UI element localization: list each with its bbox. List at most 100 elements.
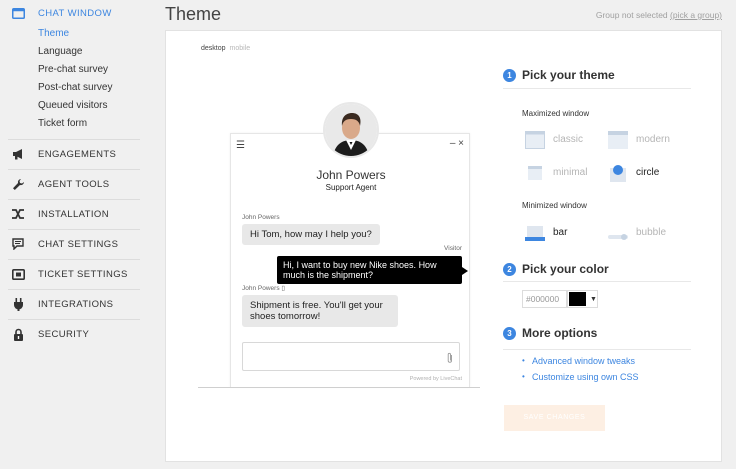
minimized-option-bar[interactable]: bar xyxy=(525,224,567,241)
nav-chat-window[interactable]: CHAT WINDOW xyxy=(0,6,140,20)
step-title: Pick your color xyxy=(522,262,609,276)
divider xyxy=(8,289,140,290)
nav-ticket-settings[interactable]: TICKET SETTINGS xyxy=(0,267,140,281)
theme-option-label: bubble xyxy=(636,227,667,238)
message-author: Visitor xyxy=(444,245,462,252)
preview-divider xyxy=(198,387,480,388)
step-title: More options xyxy=(522,326,598,340)
nav-security[interactable]: SECURITY xyxy=(0,327,140,341)
nav-label: INTEGRATIONS xyxy=(38,298,114,310)
agent-avatar xyxy=(323,102,379,158)
nav-integrations[interactable]: INTEGRATIONS xyxy=(0,297,140,311)
step-more-options: 3 More options xyxy=(503,326,597,340)
theme-option-modern[interactable]: modern xyxy=(608,131,670,149)
theme-option-label: minimal xyxy=(553,167,588,178)
circle-theme-icon xyxy=(608,164,628,182)
typing-icon: ▯ xyxy=(281,285,285,292)
divider xyxy=(8,229,140,230)
subnav-ticket-form[interactable]: Ticket form xyxy=(38,118,87,129)
agent-role: Support Agent xyxy=(325,183,377,192)
nav-agent-tools[interactable]: AGENT TOOLS xyxy=(0,177,140,191)
megaphone-icon xyxy=(11,147,25,161)
theme-option-minimal[interactable]: minimal xyxy=(525,164,587,181)
step-pick-theme: 1 Pick your theme xyxy=(503,68,615,82)
bubble-icon xyxy=(608,224,628,241)
agent-name: John Powers xyxy=(316,168,386,182)
sidebar: CHAT WINDOW Theme Language Pre-chat surv… xyxy=(0,0,140,469)
nav-label: ENGAGEMENTS xyxy=(38,148,117,160)
chat-icon xyxy=(11,237,25,251)
lock-icon xyxy=(11,327,25,341)
step-pick-color: 2 Pick your color xyxy=(503,262,609,276)
visitor-message: Hi, I want to buy new Nike shoes. How mu… xyxy=(277,256,468,284)
nav-label: AGENT TOOLS xyxy=(38,178,110,190)
theme-option-classic[interactable]: classic xyxy=(525,131,584,149)
theme-card: desktop mobile ☰ – × John Powers Support… xyxy=(165,30,722,462)
ticket-icon xyxy=(11,267,25,281)
attachment-icon[interactable] xyxy=(446,351,454,369)
message-author: John Powers xyxy=(242,214,280,221)
subnav-theme[interactable]: Theme xyxy=(38,28,69,39)
divider xyxy=(503,281,691,282)
divider xyxy=(503,349,691,350)
maximized-window-label: Maximized window xyxy=(522,109,590,118)
bar-icon xyxy=(525,224,545,241)
chat-message-input[interactable] xyxy=(242,342,460,371)
window-controls: – × xyxy=(449,138,464,149)
chat-preview-window: ☰ – × John Powers Support Agent John Pow… xyxy=(230,133,470,387)
subnav-post-chat-survey[interactable]: Post-chat survey xyxy=(38,82,112,93)
minimized-option-bubble[interactable]: bubble xyxy=(608,224,666,241)
wrench-icon xyxy=(11,177,25,191)
subnav-queued-visitors[interactable]: Queued visitors xyxy=(38,100,107,111)
menu-icon: ☰ xyxy=(236,140,245,151)
plug-icon xyxy=(11,297,25,311)
modern-theme-icon xyxy=(608,131,628,149)
tab-desktop[interactable]: desktop xyxy=(201,45,226,52)
merge-icon xyxy=(11,207,25,221)
advanced-window-tweaks-link[interactable]: Advanced window tweaks xyxy=(522,356,635,366)
message-author: John Powers ▯ xyxy=(242,285,285,292)
page-title: Theme xyxy=(165,4,222,24)
theme-option-label: modern xyxy=(636,134,670,145)
step-number: 3 xyxy=(503,326,516,340)
nav-label: CHAT SETTINGS xyxy=(38,238,119,250)
save-changes-button[interactable]: SAVE CHANGES xyxy=(504,405,605,431)
window-icon xyxy=(11,6,25,20)
agent-message: Shipment is free. You'll get your shoes … xyxy=(242,295,398,327)
nav-label: TICKET SETTINGS xyxy=(38,268,128,280)
step-number: 2 xyxy=(503,262,516,276)
agent-message: Hi Tom, how may I help you? xyxy=(242,224,380,245)
theme-option-label: classic xyxy=(553,134,584,145)
pick-group-link[interactable]: (pick a group) xyxy=(670,10,722,20)
nav-label: CHAT WINDOW xyxy=(38,7,112,19)
divider xyxy=(8,139,140,140)
caret-down-icon: ▼ xyxy=(590,295,597,303)
device-tabs: desktop mobile xyxy=(201,45,250,52)
nav-installation[interactable]: INSTALLATION xyxy=(0,207,140,221)
group-status-text: Group not selected xyxy=(595,10,668,20)
color-swatch xyxy=(569,292,586,306)
customize-css-link[interactable]: Customize using own CSS xyxy=(522,372,639,382)
divider xyxy=(503,88,691,89)
group-status: Group not selected (pick a group) xyxy=(596,10,722,20)
minimized-window-label: Minimized window xyxy=(522,201,587,210)
theme-option-label: bar xyxy=(553,227,568,238)
minimal-theme-icon xyxy=(525,164,545,181)
tab-mobile[interactable]: mobile xyxy=(229,45,250,52)
divider xyxy=(8,319,140,320)
nav-chat-settings[interactable]: CHAT SETTINGS xyxy=(0,237,140,251)
color-hex-input[interactable]: #000000 xyxy=(522,290,567,308)
nav-label: SECURITY xyxy=(38,328,90,340)
subnav-pre-chat-survey[interactable]: Pre-chat survey xyxy=(38,64,108,75)
powered-by: Powered by LiveChat xyxy=(409,376,462,382)
divider xyxy=(8,199,140,200)
subnav-language[interactable]: Language xyxy=(38,46,83,57)
step-title: Pick your theme xyxy=(522,68,615,82)
theme-option-label: circle xyxy=(636,167,660,178)
nav-engagements[interactable]: ENGAGEMENTS xyxy=(0,147,140,161)
divider xyxy=(8,169,140,170)
color-picker-dropdown[interactable]: ▼ xyxy=(567,290,598,308)
nav-label: INSTALLATION xyxy=(38,208,109,220)
theme-option-circle[interactable]: circle xyxy=(608,164,660,182)
divider xyxy=(8,259,140,260)
